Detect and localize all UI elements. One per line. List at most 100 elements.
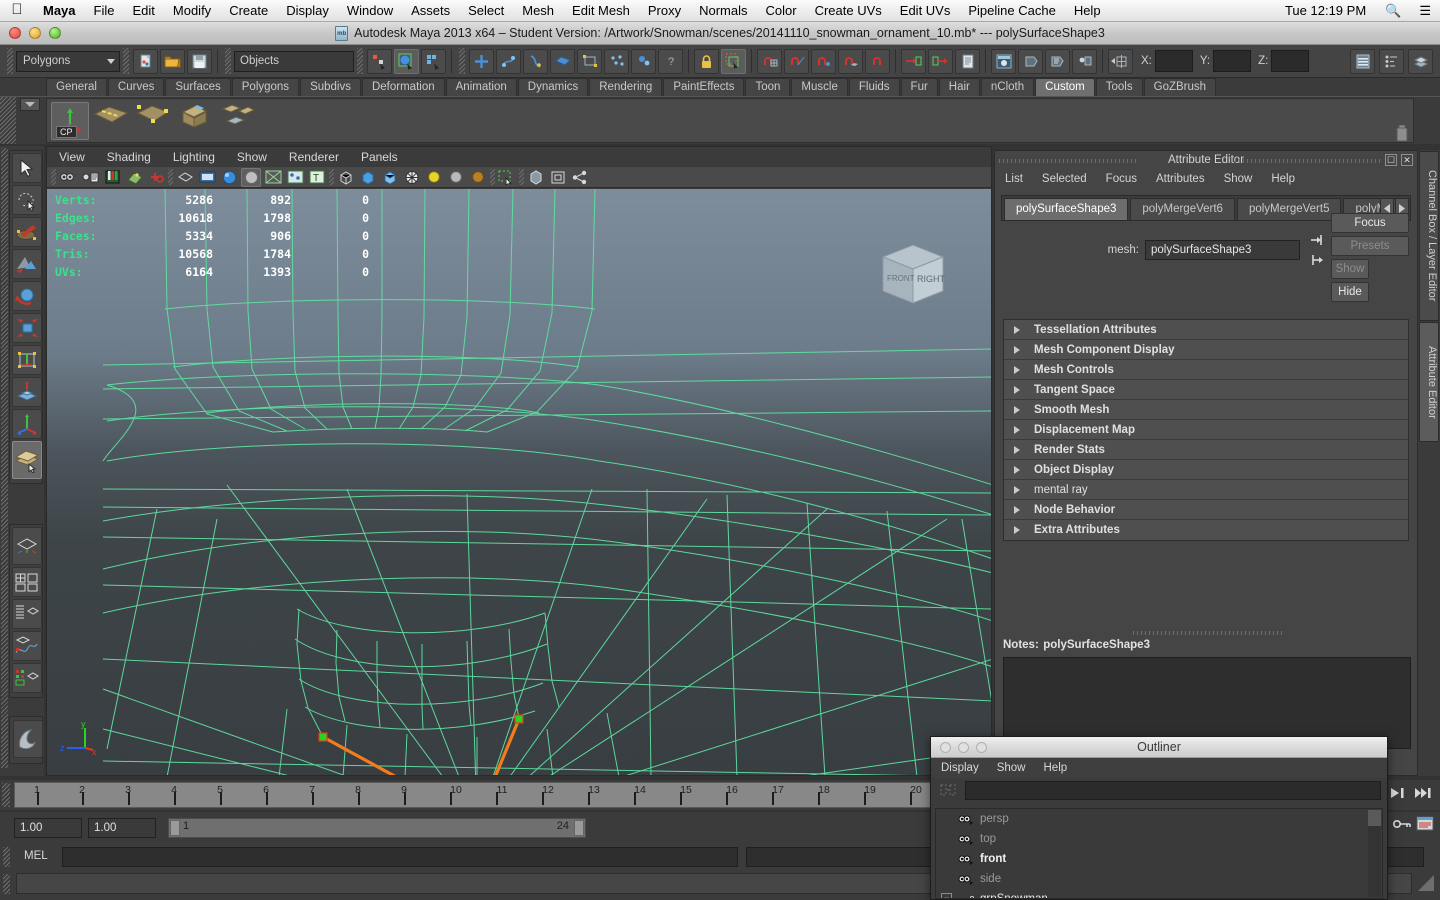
snap-to-point-button[interactable]: [523, 48, 548, 74]
render-settings-button[interactable]: [1045, 48, 1070, 74]
select-by-component-type-button[interactable]: [421, 48, 446, 74]
input-connections-button[interactable]: [901, 48, 926, 74]
ae-menu-help[interactable]: Help: [1271, 173, 1295, 185]
animation-start-time-field[interactable]: 1.00: [14, 818, 82, 838]
attribute-editor-toggle[interactable]: [955, 48, 980, 74]
section-tessellation-attributes[interactable]: Tessellation Attributes: [1004, 320, 1408, 340]
range-handle-right[interactable]: [574, 820, 584, 836]
xray-joints-icon[interactable]: [358, 168, 378, 187]
hide-button[interactable]: Hide: [1331, 282, 1369, 302]
menu-create-uvs[interactable]: Create UVs: [806, 0, 891, 21]
show-tool-settings-button[interactable]: [1408, 48, 1433, 74]
output-connections-button[interactable]: [928, 48, 953, 74]
menu-assets[interactable]: Assets: [402, 0, 459, 21]
outliner-menu-show[interactable]: Show: [997, 762, 1026, 774]
shelf-tab-muscle[interactable]: Muscle: [791, 78, 848, 96]
section-tangent-space[interactable]: Tangent Space: [1004, 380, 1408, 400]
paint-selection-tool-button[interactable]: [12, 217, 42, 247]
menu-set-selector[interactable]: Polygons: [16, 50, 120, 72]
menu-edit-mesh[interactable]: Edit Mesh: [563, 0, 639, 21]
wireframe-shading-icon[interactable]: [175, 168, 195, 187]
viewport-menu-lighting[interactable]: Lighting: [173, 150, 215, 164]
scrollbar-thumb[interactable]: [1368, 810, 1381, 826]
show-manipulator-tool-button[interactable]: [12, 409, 42, 439]
status-gripper[interactable]: [123, 48, 129, 74]
shelf-tab-surfaces[interactable]: Surfaces: [165, 78, 231, 96]
command-input[interactable]: [62, 847, 738, 867]
xray-active-components-icon[interactable]: [380, 168, 400, 187]
section-node-behavior[interactable]: Node Behavior: [1004, 500, 1408, 520]
select-by-hierarchy-button[interactable]: [367, 48, 392, 74]
status-gripper[interactable]: [459, 48, 465, 74]
show-attribute-editor-button[interactable]: [1379, 48, 1404, 74]
help-button[interactable]: ?: [658, 48, 683, 74]
magnet-grid-button[interactable]: [757, 48, 782, 74]
shelf-tab-deformation[interactable]: Deformation: [361, 78, 445, 96]
soft-modification-tool-button[interactable]: [12, 377, 42, 407]
shelf-tab-gozbrush[interactable]: GoZBrush: [1143, 78, 1217, 96]
magnet-live-button[interactable]: [865, 48, 890, 74]
menu-normals[interactable]: Normals: [690, 0, 756, 21]
menu-select[interactable]: Select: [459, 0, 513, 21]
scale-tool-button[interactable]: [12, 313, 42, 343]
outliner-scrollbar[interactable]: [1368, 810, 1381, 897]
move-tool-button[interactable]: [12, 249, 42, 279]
status-gripper[interactable]: [7, 48, 13, 74]
shelf-delete-icon[interactable]: [1395, 124, 1409, 147]
status-gripper[interactable]: [357, 48, 363, 74]
undock-icon[interactable]: ☐: [1385, 154, 1397, 166]
auto-key-icon[interactable]: [1392, 817, 1412, 836]
marquee-select-button[interactable]: [721, 48, 746, 74]
y-input[interactable]: [1213, 50, 1252, 72]
four-view-layout-button[interactable]: [12, 567, 42, 597]
exposure-icon[interactable]: [402, 168, 422, 187]
shelf-options-button[interactable]: [20, 98, 40, 111]
grid-display-icon[interactable]: [548, 168, 568, 187]
snap-to-plane-button[interactable]: [550, 48, 575, 74]
isolate-select-icon[interactable]: [526, 168, 546, 187]
snap-to-curve-button[interactable]: [496, 48, 521, 74]
menu-edit-uvs[interactable]: Edit UVs: [891, 0, 960, 21]
shelf-tab-ncloth[interactable]: nCloth: [980, 78, 1035, 96]
viewport-menu-show[interactable]: Show: [237, 150, 267, 164]
list-item[interactable]: top: [936, 829, 1382, 849]
x-input[interactable]: [1154, 50, 1193, 72]
select-region-icon[interactable]: [497, 168, 517, 187]
maya-embedded-language-button[interactable]: [13, 720, 43, 758]
shelf-tab-hair[interactable]: Hair: [938, 78, 980, 96]
ae-menu-list[interactable]: List: [1005, 173, 1023, 185]
menu-display[interactable]: Display: [277, 0, 338, 21]
menu-mesh[interactable]: Mesh: [513, 0, 563, 21]
shelf-tab-polygons[interactable]: Polygons: [231, 78, 300, 96]
shelf-tab-rendering[interactable]: Rendering: [589, 78, 663, 96]
ipr-render-button[interactable]: [1018, 48, 1043, 74]
range-slider-bar[interactable]: 1 24: [168, 818, 586, 838]
shelf-tab-tools[interactable]: Tools: [1095, 78, 1143, 96]
menu-proxy[interactable]: Proxy: [639, 0, 690, 21]
z-input[interactable]: [1271, 50, 1310, 72]
shelf-tab-dynamics[interactable]: Dynamics: [517, 78, 589, 96]
step-forward-button[interactable]: [1387, 782, 1409, 804]
film-gate-icon[interactable]: [197, 168, 217, 187]
camera-attributes-icon[interactable]: [80, 168, 100, 187]
shelf-item-bevel[interactable]: [177, 102, 215, 140]
outliner-filter-icon[interactable]: [937, 781, 959, 799]
shelf-tab-animation[interactable]: Animation: [445, 78, 517, 96]
shelf-tab-painteffects[interactable]: PaintEffects: [663, 78, 745, 96]
construction-history-button[interactable]: [631, 48, 656, 74]
shaded-wireframe-icon[interactable]: [263, 168, 283, 187]
outliner-search-input[interactable]: [965, 780, 1381, 800]
make-live-button[interactable]: [604, 48, 629, 74]
menu-create[interactable]: Create: [220, 0, 277, 21]
ae-menu-attributes[interactable]: Attributes: [1156, 173, 1205, 185]
transform-display-toggle[interactable]: [1108, 48, 1133, 74]
shelf-tab-general[interactable]: General: [46, 78, 107, 96]
ae-menu-selected[interactable]: Selected: [1042, 173, 1087, 185]
render-current-frame-button[interactable]: [991, 48, 1016, 74]
menu-modify[interactable]: Modify: [164, 0, 220, 21]
menu-maya[interactable]: Maya: [34, 0, 85, 21]
magnet-curve-button[interactable]: [784, 48, 809, 74]
mesh-name-input[interactable]: polySurfaceShape3: [1145, 240, 1300, 260]
shelf-tab-fluids[interactable]: Fluids: [848, 78, 900, 96]
render-view-button[interactable]: [1072, 48, 1097, 74]
